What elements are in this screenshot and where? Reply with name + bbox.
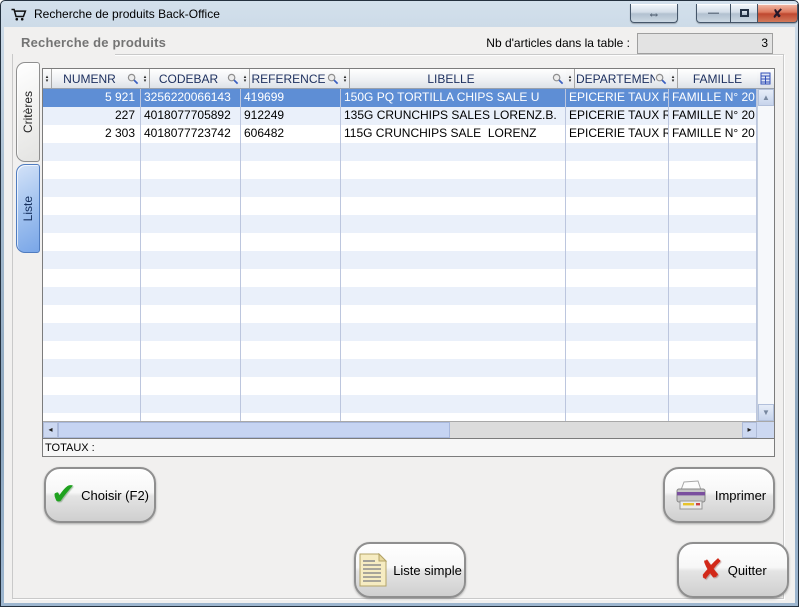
vertical-scrollbar[interactable]: ▲ ▼ [757, 89, 774, 421]
table-row-empty[interactable] [43, 233, 757, 251]
table-row-empty[interactable] [43, 305, 757, 323]
column-header-libelle[interactable]: ▴▾ LIBELLE [341, 69, 566, 88]
simple-list-button-label: Liste simple [393, 563, 462, 578]
cart-icon [10, 6, 28, 22]
count-field: 3 [637, 33, 773, 54]
scroll-up-button[interactable]: ▲ [758, 89, 774, 106]
minimize-icon: — [708, 8, 719, 19]
sort-icon[interactable]: ▴▾ [241, 69, 250, 88]
app-window: Recherche de produits Back-Office ⇔ — ✘ … [0, 0, 799, 607]
sort-icon[interactable]: ▴▾ [669, 69, 678, 88]
table-row-empty[interactable] [43, 215, 757, 233]
column-header-departement[interactable]: ▴▾ DEPARTEMENT [566, 69, 669, 88]
table-row-empty[interactable] [43, 395, 757, 413]
table-header-row: ▴▾ NUMENR ▴▾ CODEBAR ▴▾ REFERENCE [43, 69, 774, 89]
search-icon[interactable] [227, 73, 239, 85]
totals-row: TOTAUX : [43, 438, 774, 456]
column-title: CODEBAR [150, 72, 227, 86]
column-title: FAMILLE [678, 72, 757, 86]
tab-criteres-label: Critères [21, 91, 35, 133]
red-cross-icon: ✘ [699, 556, 722, 584]
column-header-codebar[interactable]: ▴▾ CODEBAR [141, 69, 241, 88]
window-title: Recherche de produits Back-Office [34, 7, 630, 21]
table-row[interactable]: 227 4018077705892 912249 135G CRUNCHIPS … [43, 107, 757, 125]
sort-icon[interactable]: ▴▾ [566, 69, 575, 88]
count-label: Nb d'articles dans la table : [414, 36, 630, 50]
scroll-left-icon: ◂ [48, 426, 52, 434]
close-icon: ✘ [772, 7, 783, 20]
tab-liste-label: Liste [21, 196, 35, 221]
search-icon[interactable] [127, 73, 139, 85]
print-button[interactable]: Imprimer [663, 467, 775, 523]
titlebar[interactable]: Recherche de produits Back-Office ⇔ — ✘ [1, 1, 798, 27]
document-icon [358, 553, 388, 587]
column-title: DEPARTEMENT [575, 72, 655, 86]
table-row-selected[interactable]: 5 921 3256220066143 419699 150G PQ TORTI… [43, 89, 757, 107]
scroll-down-button[interactable]: ▼ [758, 404, 774, 421]
vertical-scroll-track[interactable] [758, 106, 774, 404]
choose-button-label: Choisir (F2) [81, 488, 149, 503]
table-menu-icon[interactable] [757, 69, 774, 88]
column-title: LIBELLE [350, 72, 552, 86]
totals-label: TOTAUX : [45, 442, 95, 454]
column-header-reference[interactable]: ▴▾ REFERENCE [241, 69, 341, 88]
table-row-empty[interactable] [43, 161, 757, 179]
table-row-empty[interactable] [43, 269, 757, 287]
horizontal-scroll-track[interactable] [450, 422, 742, 438]
column-header-famille[interactable]: ▴▾ FAMILLE [669, 69, 757, 88]
minimize-button[interactable]: — [696, 4, 731, 23]
scroll-up-icon: ▲ [762, 94, 770, 102]
table-row-empty[interactable] [43, 143, 757, 161]
horizontal-scrollbar[interactable]: ◂ ▸ [43, 421, 774, 438]
search-icon[interactable] [552, 73, 564, 85]
table-row-empty[interactable] [43, 377, 757, 395]
scroll-right-icon: ▸ [747, 426, 751, 434]
scroll-down-icon: ▼ [762, 409, 770, 417]
simple-list-button[interactable]: Liste simple [354, 542, 466, 598]
printer-icon [672, 479, 710, 511]
groupbox-top-line [115, 54, 783, 55]
grid-rows: 5 921 3256220066143 419699 150G PQ TORTI… [43, 89, 757, 421]
search-icon[interactable] [655, 73, 667, 85]
quit-button[interactable]: ✘ Quitter [677, 542, 789, 598]
column-title: REFERENCE [250, 72, 327, 86]
scrollbar-corner [757, 422, 774, 438]
close-button[interactable]: ✘ [758, 4, 798, 23]
restore-button[interactable]: ⇔ [630, 4, 678, 23]
swap-arrows-icon: ⇔ [648, 7, 661, 20]
check-icon: ✔ [51, 480, 76, 510]
tab-liste[interactable]: Liste [16, 164, 40, 253]
scroll-left-button[interactable]: ◂ [43, 422, 58, 438]
quit-button-label: Quitter [728, 563, 767, 578]
maximize-button[interactable] [731, 4, 758, 23]
print-button-label: Imprimer [715, 488, 766, 503]
table-row[interactable]: 2 303 4018077723742 606482 115G CRUNCHIP… [43, 125, 757, 143]
product-table: ▴▾ NUMENR ▴▾ CODEBAR ▴▾ REFERENCE [42, 68, 775, 457]
table-row-empty[interactable] [43, 179, 757, 197]
table-row-empty[interactable] [43, 341, 757, 359]
client-area: Recherche de produits Nb d'articles dans… [4, 27, 795, 603]
scroll-right-button[interactable]: ▸ [742, 422, 757, 438]
maximize-icon [740, 9, 749, 17]
page-title: Recherche de produits [21, 35, 166, 50]
sort-icon[interactable]: ▴▾ [141, 69, 150, 88]
sort-icon[interactable]: ▴▾ [341, 69, 350, 88]
table-row-empty[interactable] [43, 197, 757, 215]
table-row-empty[interactable] [43, 323, 757, 341]
sort-icon[interactable]: ▴▾ [43, 69, 52, 88]
table-row-empty[interactable] [43, 359, 757, 377]
search-icon[interactable] [327, 73, 339, 85]
tab-criteres[interactable]: Critères [16, 62, 40, 162]
choose-button[interactable]: ✔ Choisir (F2) [44, 467, 156, 523]
table-row-empty[interactable] [43, 287, 757, 305]
table-body: 5 921 3256220066143 419699 150G PQ TORTI… [43, 89, 774, 421]
column-header-numenr[interactable]: ▴▾ NUMENR [43, 69, 141, 88]
table-row-empty[interactable] [43, 251, 757, 269]
column-title: NUMENR [52, 72, 127, 86]
horizontal-scroll-thumb[interactable] [58, 422, 450, 438]
table-row-empty[interactable] [43, 413, 757, 421]
